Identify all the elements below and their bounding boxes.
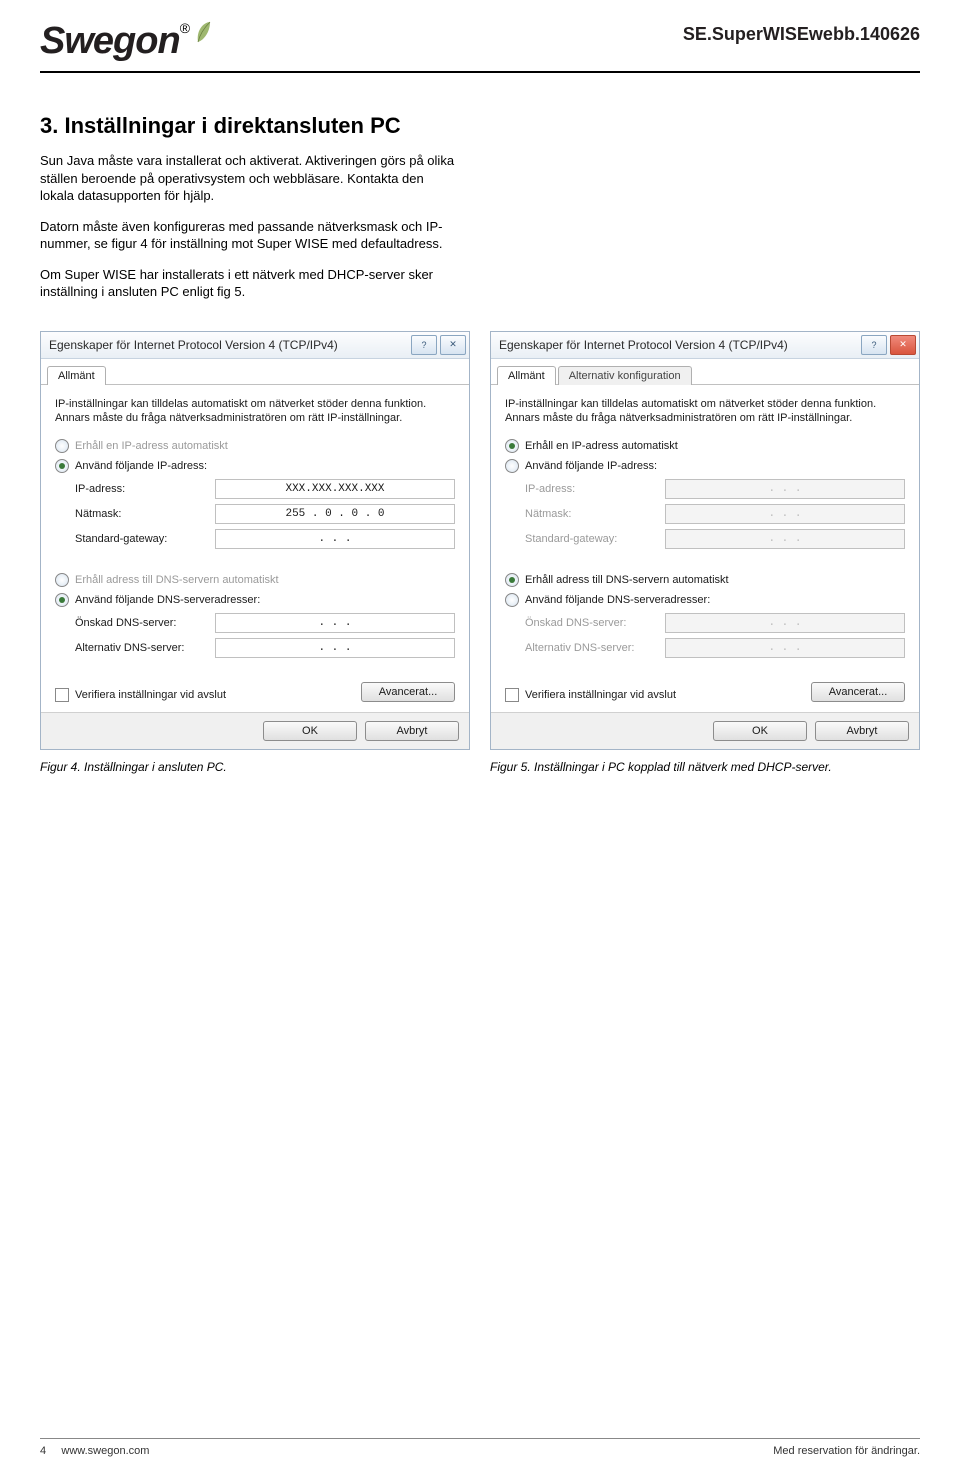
doc-id: SE.SuperWISEwebb.140626 <box>683 24 920 45</box>
leaf-icon <box>194 20 212 44</box>
label-dns2: Alternativ DNS-server: <box>525 642 665 654</box>
input-dns2: . . . <box>665 638 905 658</box>
page-footer: 4 www.swegon.com Med reservation för änd… <box>40 1438 920 1457</box>
radio-label: Använd följande IP-adress: <box>525 460 657 472</box>
radio-label: Erhåll adress till DNS-servern automatis… <box>75 574 279 586</box>
advanced-button[interactable]: Avancerat... <box>361 682 455 702</box>
radio-label: Erhåll adress till DNS-servern automatis… <box>525 574 729 586</box>
logo-reg: ® <box>180 20 190 36</box>
radio-manual-ip[interactable]: Använd följande IP-adress: <box>55 459 455 473</box>
body-para-3: Om Super WISE har installerats i ett nät… <box>40 266 460 301</box>
checkbox-label: Verifiera inställningar vid avslut <box>525 689 676 701</box>
radio-auto-ip[interactable]: Erhåll en IP-adress automatiskt <box>505 439 905 453</box>
dialog-title: Egenskaper för Internet Protocol Version… <box>499 338 858 352</box>
input-dns1: . . . <box>665 613 905 633</box>
help-text: IP-inställningar kan tilldelas automatis… <box>505 397 905 426</box>
help-button[interactable]: ? <box>861 335 887 355</box>
logo-text: Swegon <box>40 20 180 63</box>
radio-icon <box>505 573 519 587</box>
radio-icon <box>55 593 69 607</box>
radio-auto-ip[interactable]: Erhåll en IP-adress automatiskt <box>55 439 455 453</box>
help-button[interactable]: ? <box>411 335 437 355</box>
page-number: 4 <box>40 1445 46 1457</box>
tab-general[interactable]: Allmänt <box>497 366 556 385</box>
label-gateway: Standard-gateway: <box>525 533 665 545</box>
dialog-fig5: Egenskaper för Internet Protocol Version… <box>490 331 920 751</box>
radio-icon <box>505 459 519 473</box>
footer-url: www.swegon.com <box>61 1445 149 1457</box>
ok-button[interactable]: OK <box>263 721 357 741</box>
label-mask: Nätmask: <box>525 508 665 520</box>
label-dns1: Önskad DNS-server: <box>75 617 215 629</box>
radio-icon <box>505 439 519 453</box>
radio-label: Erhåll en IP-adress automatiskt <box>75 440 228 452</box>
section-heading: 3. Inställningar i direktansluten PC <box>40 113 920 139</box>
checkbox-label: Verifiera inställningar vid avslut <box>75 689 226 701</box>
label-ip: IP-adress: <box>525 483 665 495</box>
radio-label: Använd följande DNS-serveradresser: <box>75 594 260 606</box>
dialog-title: Egenskaper för Internet Protocol Version… <box>49 338 408 352</box>
label-ip: IP-adress: <box>75 483 215 495</box>
radio-auto-dns[interactable]: Erhåll adress till DNS-servern automatis… <box>505 573 905 587</box>
advanced-button[interactable]: Avancerat... <box>811 682 905 702</box>
input-dns2[interactable]: . . . <box>215 638 455 658</box>
titlebar: Egenskaper för Internet Protocol Version… <box>491 332 919 359</box>
radio-label: Använd följande IP-adress: <box>75 460 207 472</box>
radio-label: Erhåll en IP-adress automatiskt <box>525 440 678 452</box>
radio-manual-dns[interactable]: Använd följande DNS-serveradresser: <box>55 593 455 607</box>
label-gateway: Standard-gateway: <box>75 533 215 545</box>
radio-manual-dns[interactable]: Använd följande DNS-serveradresser: <box>505 593 905 607</box>
titlebar: Egenskaper för Internet Protocol Version… <box>41 332 469 359</box>
cancel-button[interactable]: Avbryt <box>815 721 909 741</box>
close-button[interactable]: ✕ <box>440 335 466 355</box>
caption-fig5: Figur 5. Inställningar i PC kopplad till… <box>490 760 920 774</box>
input-ip: . . . <box>665 479 905 499</box>
dialog-fig4: Egenskaper för Internet Protocol Version… <box>40 331 470 751</box>
input-mask: . . . <box>665 504 905 524</box>
tab-general[interactable]: Allmänt <box>47 366 106 385</box>
radio-icon <box>55 439 69 453</box>
label-dns1: Önskad DNS-server: <box>525 617 665 629</box>
checkbox-icon <box>55 688 69 702</box>
help-text: IP-inställningar kan tilldelas automatis… <box>55 397 455 426</box>
logo: Swegon® <box>40 20 212 63</box>
radio-auto-dns[interactable]: Erhåll adress till DNS-servern automatis… <box>55 573 455 587</box>
footer-rights: Med reservation för ändringar. <box>773 1445 920 1457</box>
body-para-2: Datorn måste även konfigureras med passa… <box>40 218 460 253</box>
radio-icon <box>55 573 69 587</box>
radio-icon <box>55 459 69 473</box>
radio-icon <box>505 593 519 607</box>
input-mask[interactable]: 255 . 0 . 0 . 0 <box>215 504 455 524</box>
tab-strip: Allmänt Alternativ konfiguration <box>491 359 919 385</box>
label-dns2: Alternativ DNS-server: <box>75 642 215 654</box>
tab-strip: Allmänt <box>41 359 469 385</box>
input-ip[interactable]: XXX.XXX.XXX.XXX <box>215 479 455 499</box>
checkbox-icon <box>505 688 519 702</box>
ok-button[interactable]: OK <box>713 721 807 741</box>
body-para-1: Sun Java måste vara installerat och akti… <box>40 152 460 205</box>
tab-alt-config[interactable]: Alternativ konfiguration <box>558 366 692 385</box>
input-gateway[interactable]: . . . <box>215 529 455 549</box>
input-dns1[interactable]: . . . <box>215 613 455 633</box>
input-gateway: . . . <box>665 529 905 549</box>
radio-manual-ip[interactable]: Använd följande IP-adress: <box>505 459 905 473</box>
cancel-button[interactable]: Avbryt <box>365 721 459 741</box>
page-header: Swegon® SE.SuperWISEwebb.140626 <box>40 20 920 73</box>
radio-label: Använd följande DNS-serveradresser: <box>525 594 710 606</box>
label-mask: Nätmask: <box>75 508 215 520</box>
close-button[interactable]: ✕ <box>890 335 916 355</box>
caption-fig4: Figur 4. Inställningar i ansluten PC. <box>40 760 470 774</box>
